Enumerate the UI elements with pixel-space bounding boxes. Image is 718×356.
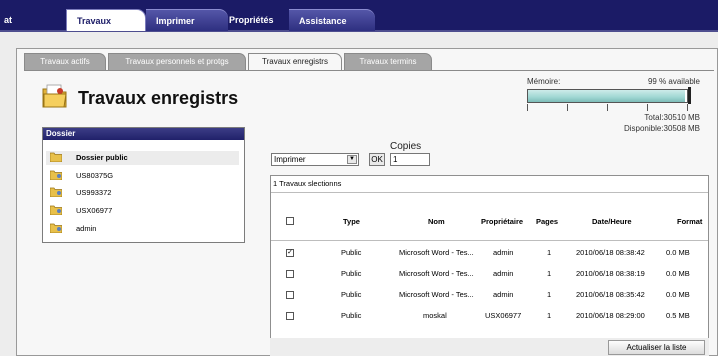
cell-nom: moskal (423, 311, 447, 320)
subtab-travaux-enregistres[interactable]: Travaux enregistrs (248, 53, 342, 71)
nav-tab-proprietes[interactable]: Propriétés (229, 9, 281, 31)
folder-panel: Dossier Dossier public US80375G US993372… (42, 127, 245, 243)
subtab-divider (24, 70, 714, 71)
saved-jobs-folder-icon (42, 84, 67, 108)
refresh-list-button[interactable]: Actualiser la liste (608, 340, 705, 355)
folder-icon (50, 152, 62, 162)
memory-bar (527, 89, 688, 103)
column-header-date-heure[interactable]: Date/Heure (592, 217, 632, 226)
memory-bar-end-marker (688, 87, 691, 104)
cell-nom: Microsoft Word - Tes... (399, 269, 474, 278)
copies-input[interactable]: 1 (390, 153, 430, 166)
jobs-table: 1 Travaux slectionns Type Nom Propriétai… (270, 175, 709, 346)
memory-bar-fill (528, 90, 686, 102)
selection-count: 1 Travaux slectionns (273, 179, 342, 188)
page-title: Travaux enregistrs (78, 88, 239, 108)
table-header-divider (271, 240, 708, 241)
row-checkbox[interactable]: ✓ (286, 249, 294, 257)
cell-format: 0.0 MB (666, 248, 690, 257)
row-checkbox[interactable] (286, 270, 294, 278)
memory-label: Mémoire: (527, 77, 561, 86)
folder-item-dossier-public[interactable]: Dossier public (46, 151, 239, 165)
row-checkbox[interactable] (286, 291, 294, 299)
cell-proprietaire: admin (493, 290, 514, 299)
cell-pages: 1 (547, 290, 552, 299)
subtab-travaux-actifs[interactable]: Travaux actifs (24, 53, 106, 70)
user-folder-icon (50, 187, 62, 197)
user-folder-icon (50, 170, 62, 180)
folder-item-us80375g[interactable]: US80375G (46, 169, 239, 183)
folder-item-label: Dossier public (76, 153, 128, 162)
table-row[interactable]: Public Microsoft Word - Tes... admin 1 2… (271, 284, 708, 304)
folder-item-label: admin (76, 224, 97, 233)
cell-pages: 1 (547, 248, 552, 257)
folder-item-usx06977[interactable]: USX06977 (46, 204, 239, 218)
column-header-proprietaire[interactable]: Propriétaire (481, 217, 523, 226)
folder-item-us993372[interactable]: US993372 (46, 186, 239, 200)
user-folder-icon (50, 205, 62, 215)
cell-proprietaire: admin (493, 269, 514, 278)
table-divider (271, 192, 708, 193)
column-header-pages[interactable]: Pages (536, 217, 558, 226)
cell-pages: 1 (547, 269, 552, 278)
subtab-travaux-personnels[interactable]: Travaux personnels et protgs (108, 53, 246, 70)
nav-tab-imprimer[interactable]: Imprimer (146, 9, 228, 31)
subtab-travaux-termines[interactable]: Travaux termins (344, 53, 432, 70)
cell-date-heure: 2010/06/18 08:29:00 (576, 311, 645, 320)
folder-item-admin[interactable]: admin (46, 222, 239, 236)
memory-total: Total:30510 MB (644, 113, 700, 122)
column-header-nom[interactable]: Nom (428, 217, 445, 226)
cell-format: 0.0 MB (666, 269, 690, 278)
cell-type: Public (341, 311, 362, 320)
table-row[interactable]: Public moskal USX06977 1 2010/06/18 08:2… (271, 305, 708, 325)
cell-proprietaire: admin (493, 248, 514, 257)
row-checkbox[interactable] (286, 312, 294, 320)
cell-pages: 1 (547, 311, 552, 320)
select-all-checkbox[interactable] (286, 217, 294, 225)
cell-type: Public (341, 269, 362, 278)
chevron-down-icon: ▼ (347, 155, 357, 164)
folder-item-label: US993372 (76, 188, 112, 197)
folder-item-label: USX06977 (76, 206, 113, 215)
cell-date-heure: 2010/06/18 08:35:42 (576, 290, 645, 299)
cell-date-heure: 2010/06/18 08:38:42 (576, 248, 645, 257)
cell-proprietaire: USX06977 (485, 311, 522, 320)
action-select-value: Imprimer (274, 155, 306, 164)
cell-nom: Microsoft Word - Tes... (399, 290, 474, 299)
nav-tab-travaux[interactable]: Travaux (66, 9, 146, 31)
action-select[interactable]: Imprimer ▼ (271, 153, 359, 166)
cell-format: 0.0 MB (666, 290, 690, 299)
folder-panel-header: Dossier (43, 128, 244, 140)
nav-tab-etat[interactable]: at (4, 9, 34, 31)
memory-scale-ticks (527, 104, 688, 111)
ok-button[interactable]: OK (369, 153, 385, 166)
cell-type: Public (341, 290, 362, 299)
user-folder-icon (50, 223, 62, 233)
column-header-type[interactable]: Type (343, 217, 360, 226)
folder-item-label: US80375G (76, 171, 114, 180)
table-row[interactable]: ✓ Public Microsoft Word - Tes... admin 1… (271, 242, 708, 262)
cell-nom: Microsoft Word - Tes... (399, 248, 474, 257)
memory-available-text: 99 % available (647, 77, 700, 86)
cell-type: Public (341, 248, 362, 257)
copies-label: Copies (390, 141, 422, 152)
nav-tab-assistance[interactable]: Assistance (289, 9, 375, 31)
column-header-format[interactable]: Format (677, 217, 702, 226)
memory-disponible: Disponible:30508 MB (623, 124, 700, 133)
cell-date-heure: 2010/06/18 08:38:19 (576, 269, 645, 278)
cell-format: 0.5 MB (666, 311, 690, 320)
table-row[interactable]: Public Microsoft Word - Tes... admin 1 2… (271, 263, 708, 283)
